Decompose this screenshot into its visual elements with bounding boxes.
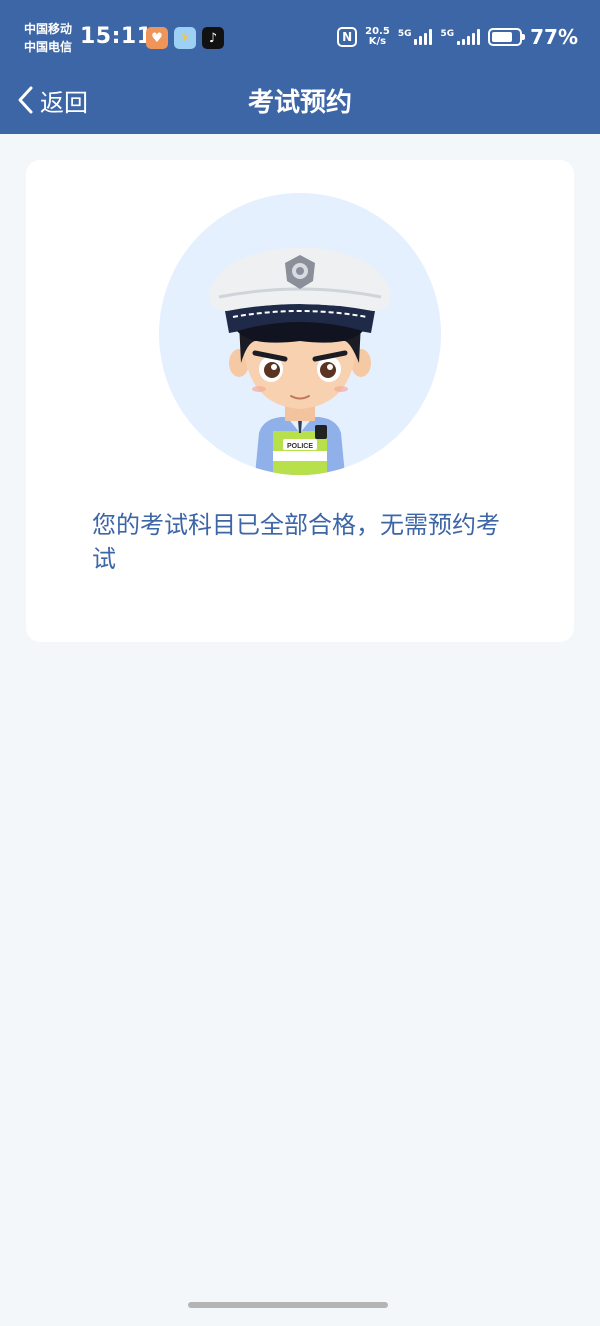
sim1-network-label: 5G: [397, 29, 412, 39]
status-right: N 20.5 K/s 5G 5G 77%: [337, 25, 578, 49]
heart-app-icon: ♥: [146, 27, 168, 49]
battery-fill: [492, 32, 513, 42]
header: 中国移动 中国电信 15:11 ♥ ☀ ♪ N 20.5 K/s 5G 5G 7…: [0, 0, 600, 134]
home-indicator[interactable]: [188, 1302, 388, 1308]
status-bar: 中国移动 中国电信 15:11 ♥ ☀ ♪ N 20.5 K/s 5G 5G 7…: [0, 0, 600, 78]
sim2-network-label: 5G: [440, 29, 455, 39]
battery-icon: [488, 28, 526, 46]
tiktok-app-icon: ♪: [202, 27, 224, 49]
weather-app-icon: ☀: [174, 27, 196, 49]
carrier-1: 中国移动: [24, 22, 73, 36]
carrier-labels: 中国移动 中国电信: [24, 20, 72, 56]
nfc-icon: N: [337, 27, 358, 47]
police-badge-label: POLICE: [287, 443, 313, 450]
battery-percent: 77%: [530, 25, 578, 49]
signal-sim1-icon: 5G: [398, 29, 433, 45]
page-title: 考试预约: [247, 88, 352, 118]
nav-bar: 返回 考试预约: [0, 72, 600, 128]
notification-icons: ♥ ☀ ♪: [146, 27, 224, 49]
network-speed-unit: K/s: [368, 36, 387, 47]
result-card: POLICE 您的考试科目已全部合格，无需预约考试: [26, 160, 574, 642]
carrier-2: 中国电信: [24, 40, 73, 54]
network-speed: 20.5 K/s: [365, 27, 390, 47]
qualification-message: 您的考试科目已全部合格，无需预约考试: [92, 511, 500, 573]
signal-sim2-icon: 5G: [440, 29, 481, 45]
police-officer-avatar: POLICE: [159, 193, 441, 475]
clock: 15:11: [80, 24, 153, 49]
